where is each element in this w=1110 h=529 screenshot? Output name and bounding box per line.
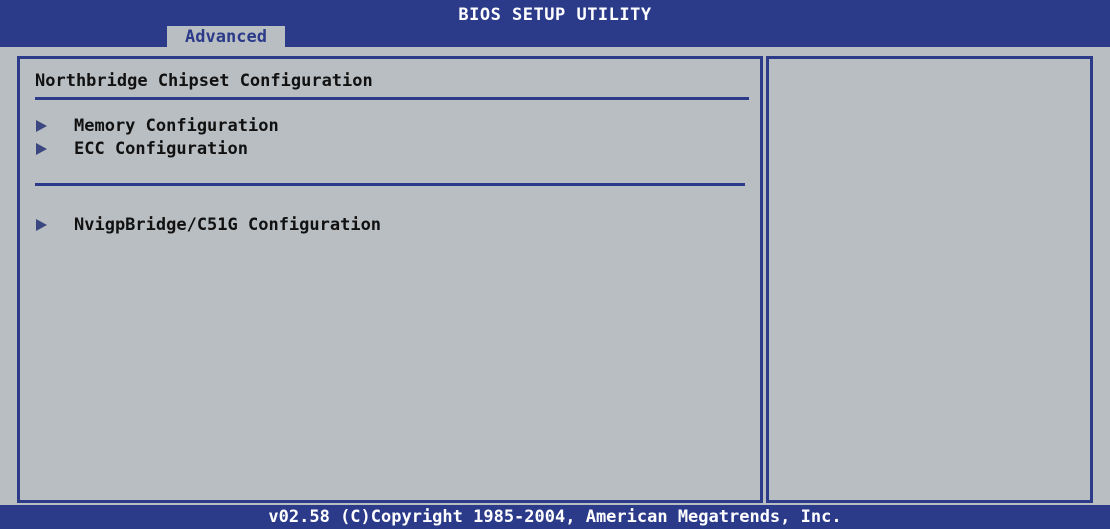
submenu-arrow-icon	[36, 120, 47, 132]
submenu-arrow-icon	[36, 143, 47, 155]
menu-item-nvigpbridge-configuration[interactable]: NvigpBridge/C51G Configuration	[36, 214, 381, 236]
copyright-text: v02.58 (C)Copyright 1985-2004, American …	[268, 507, 842, 527]
menu-item-ecc-configuration[interactable]: ECC Configuration	[36, 138, 248, 160]
section-divider	[35, 97, 749, 100]
menu-item-label: NvigpBridge/C51G Configuration	[74, 215, 382, 235]
submenu-arrow-icon	[36, 219, 47, 231]
tab-advanced[interactable]: Advanced	[167, 26, 285, 47]
menu-item-label: ECC Configuration	[74, 139, 248, 159]
menu-item-label: Memory Configuration	[74, 116, 279, 136]
menu-item-memory-configuration[interactable]: Memory Configuration	[36, 115, 279, 137]
help-panel	[766, 56, 1093, 503]
group-divider	[35, 183, 745, 186]
section-title: Northbridge Chipset Configuration	[35, 71, 373, 91]
title-bar: BIOS SETUP UTILITY Advanced	[0, 0, 1110, 47]
app-title: BIOS SETUP UTILITY	[458, 5, 652, 25]
footer-bar: v02.58 (C)Copyright 1985-2004, American …	[0, 505, 1110, 529]
